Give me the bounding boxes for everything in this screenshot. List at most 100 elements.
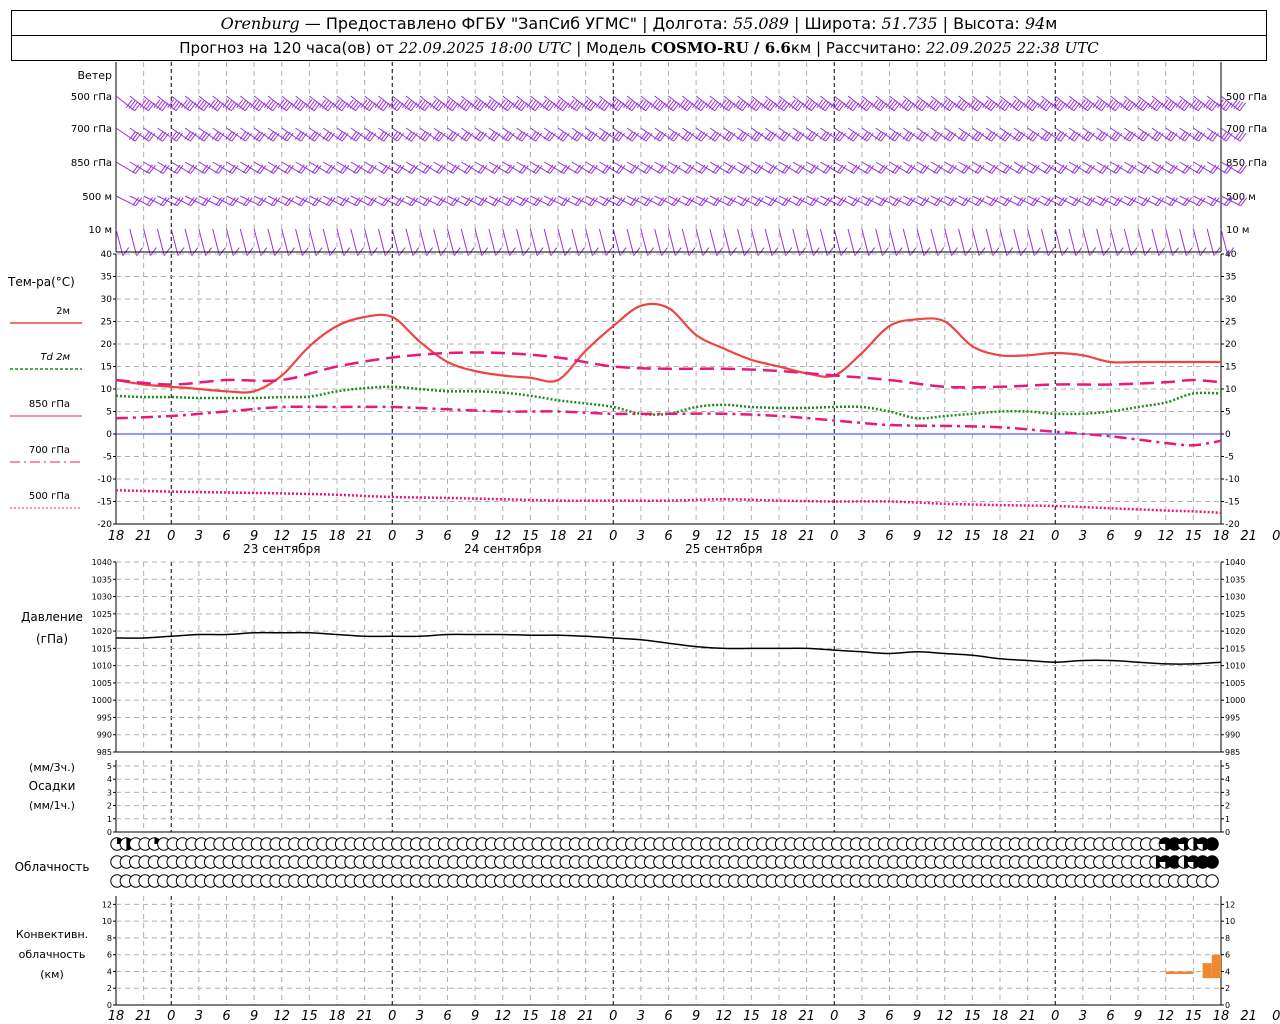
cloud-fill: [1205, 855, 1219, 869]
wind-barb-feather: [570, 100, 578, 110]
wind-barb-feather: [341, 132, 349, 142]
time-label-mid: 0: [167, 529, 175, 544]
wind-barb-feather: [1095, 131, 1103, 140]
wind-barb-feather: [1046, 132, 1054, 142]
time-label-mid: 18: [108, 529, 125, 544]
wind-barb-feather: [407, 101, 415, 111]
wind-barb-feather: [1004, 132, 1012, 142]
wind-barb-feather: [1101, 132, 1109, 142]
time-label-mid: 0: [830, 529, 838, 544]
temp-tick-left: 25: [101, 318, 112, 328]
time-label-bottom: 12: [936, 1009, 953, 1024]
wind-barb-feather: [763, 100, 771, 110]
time-label-bottom: 21: [577, 1009, 594, 1024]
time-label-bottom: 9: [692, 1009, 700, 1024]
wind-barb-feather: [432, 100, 440, 110]
wind-barb-feather: [808, 101, 816, 111]
time-label-mid: 21: [577, 529, 594, 544]
time-label-bottom: 0: [167, 1009, 175, 1024]
wind-barb-feather: [587, 101, 595, 111]
wind-barb-feather: [819, 100, 827, 110]
wind-barb-feather: [128, 100, 136, 110]
time-label-bottom: 3: [416, 1009, 424, 1024]
wind-barb-feather: [659, 132, 667, 142]
pressure-tick-right: 1000: [1225, 696, 1245, 705]
pressure-title: Давление: [21, 610, 83, 624]
wind-barb-feather: [1208, 101, 1216, 111]
wind-barb-feather: [438, 132, 446, 142]
wind-barb-feather: [1015, 101, 1023, 111]
wind-barb-feather: [1018, 132, 1026, 142]
convective-tick-left: 6: [107, 951, 112, 960]
wind-barb-feather: [708, 100, 716, 110]
time-label-bottom: 0: [388, 1009, 396, 1024]
wind-level-label-left: 850 гПа: [71, 158, 112, 169]
wind-barb-feather: [507, 132, 515, 142]
wind-barb-feather: [598, 100, 606, 110]
wind-barb-feather: [504, 101, 512, 111]
wind-barb-feather: [783, 132, 791, 142]
time-label-mid: 3: [416, 529, 424, 544]
wind-barb-feather: [521, 132, 529, 142]
wind-barb-feather: [328, 132, 335, 142]
wind-level-label-right: 500 гПа: [1226, 92, 1267, 103]
convective-tick-left: 8: [107, 934, 112, 943]
temp-tick-left: 0: [106, 430, 112, 440]
wind-barb-feather: [211, 100, 219, 110]
precip-title: Осадки: [29, 779, 76, 793]
convective-tick-left: 10: [102, 917, 112, 926]
wind-barb-feather: [239, 131, 247, 140]
wind-barb-feather: [159, 101, 166, 111]
wind-barb-feather: [562, 132, 570, 142]
wind-barb-feather: [1239, 102, 1247, 112]
convective-tick-left: 4: [107, 967, 112, 976]
precip-tick-left: 3: [107, 788, 112, 797]
wind-barb-feather: [183, 100, 191, 110]
time-label-mid: 0: [609, 529, 617, 544]
time-label-bottom: 12: [273, 1009, 290, 1024]
wind-barb-feather: [811, 132, 819, 142]
wind-barb-feather: [653, 100, 661, 110]
wind-barb-feather: [1178, 131, 1186, 140]
precip-tick-right: 4: [1225, 775, 1230, 784]
time-label-bottom: 0: [1051, 1009, 1059, 1024]
time-label-mid: 6: [1106, 529, 1114, 544]
wind-level-label-right: 850 гПа: [1226, 158, 1267, 169]
wind-barb-feather: [711, 101, 719, 111]
time-label-bottom: 15: [522, 1009, 539, 1024]
day-label: 25 сентября: [685, 542, 762, 556]
time-label-bottom: 3: [637, 1009, 645, 1024]
temp-tick-right: 40: [1225, 250, 1237, 260]
wind-barb-feather: [172, 101, 180, 111]
wind-barb-feather: [377, 131, 385, 140]
temp-tick-left: -5: [103, 453, 112, 463]
wind-barb-feather: [1151, 131, 1158, 140]
wind-barb-feather: [452, 132, 460, 142]
wind-barb-feather: [756, 132, 764, 142]
time-label-bottom: 12: [1157, 1009, 1174, 1024]
wind-barb-feather: [322, 131, 330, 140]
meteogram: Ветер 500 гПа 500 гПа 700 гПа 700 гПа 850 гПа…: [7, 62, 1280, 1024]
wind-barb-feather: [1212, 132, 1219, 142]
wind-barb-feather: [488, 131, 495, 140]
wind-barb-feather: [286, 132, 294, 142]
wind-barb-feather: [880, 132, 888, 142]
precip-tick-right: 2: [1225, 802, 1230, 811]
wind-barb-feather: [380, 101, 387, 111]
wind-barb-feather: [1043, 101, 1050, 111]
pressure-tick-left: 1000: [92, 696, 112, 705]
temp-tick-left: 40: [101, 250, 113, 260]
wind-barb-feather: [203, 132, 211, 142]
wind-barb-feather: [839, 132, 846, 142]
temp-tick-left: 15: [101, 363, 112, 373]
wind-barb-feather: [1181, 101, 1188, 111]
wind-barb-feather: [1012, 131, 1020, 140]
convective-bar: [1165, 971, 1194, 974]
time-label-mid: 3: [858, 529, 866, 544]
wind-barb-feather: [543, 131, 551, 140]
pressure-tick-right: 1015: [1225, 644, 1245, 653]
wind-barb-feather: [991, 132, 998, 142]
wind-barb-feather: [847, 131, 855, 140]
wind-barb-feather: [476, 101, 484, 111]
wind-barb-feather: [977, 132, 985, 142]
